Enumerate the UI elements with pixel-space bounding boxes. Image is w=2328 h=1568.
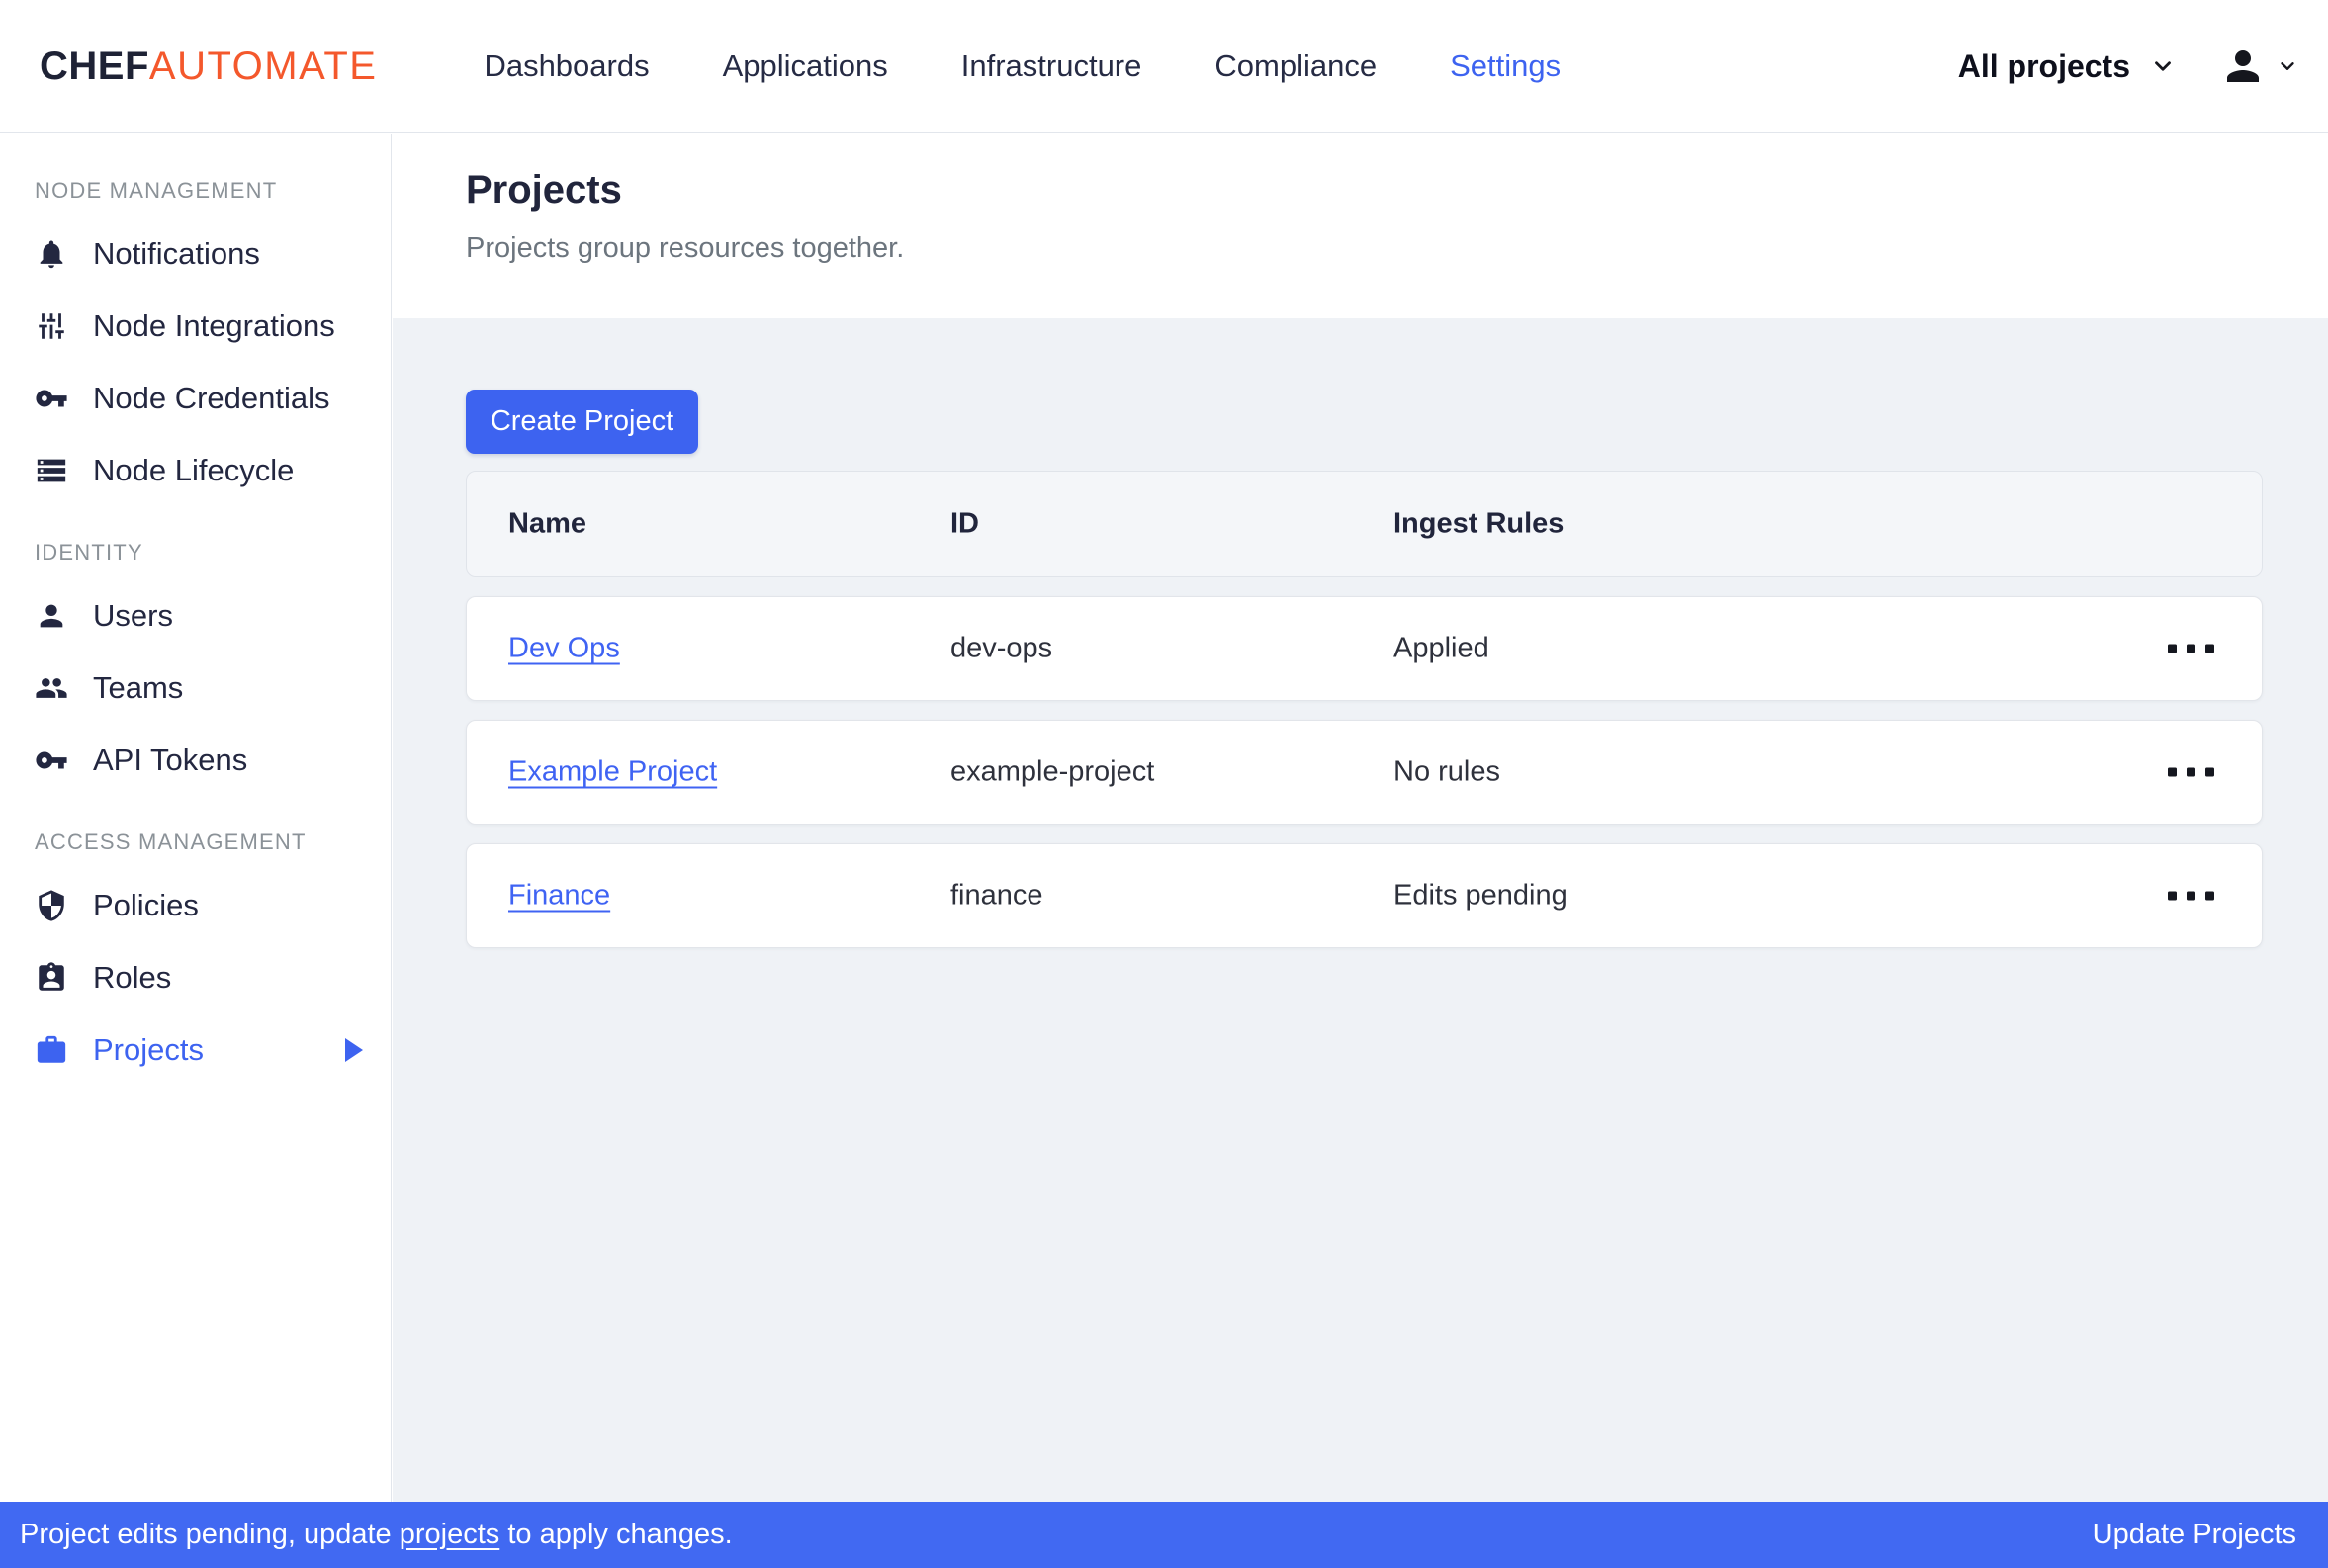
sidebar-item-label: Node Credentials (93, 381, 330, 416)
project-ingest-rules-status: Applied (1393, 633, 1489, 665)
group-icon (35, 671, 68, 705)
sidebar-item-label: API Tokens (93, 742, 247, 778)
sidebar-item-users[interactable]: Users (0, 579, 391, 652)
banner-projects-link[interactable]: projects (400, 1519, 500, 1550)
project-ingest-rules-status: Edits pending (1393, 880, 1567, 913)
chef-automate-logo[interactable]: CHEFAUTOMATE (40, 44, 377, 89)
user-menu[interactable] (2219, 43, 2298, 90)
sidebar-item-projects[interactable]: Projects (0, 1013, 391, 1086)
project-name-link[interactable]: Finance (508, 880, 610, 913)
sidebar-item-node-integrations[interactable]: Node Integrations (0, 290, 391, 362)
sidebar-section-label-identity: IDENTITY (35, 540, 391, 566)
project-name-link[interactable]: Dev Ops (508, 633, 620, 665)
row-menu-button[interactable] (2158, 882, 2224, 911)
column-header-id: ID (950, 508, 979, 541)
shield-icon (35, 889, 68, 922)
banner-message-suffix: to apply changes. (499, 1519, 732, 1550)
sidebar-item-label: Projects (93, 1032, 204, 1068)
project-id: dev-ops (950, 633, 1052, 665)
project-id: finance (950, 880, 1043, 913)
key-icon (35, 382, 68, 415)
projects-filter-dropdown[interactable]: All projects (1958, 48, 2176, 85)
sidebar-section-label-access-management: ACCESS MANAGEMENT (35, 829, 391, 855)
storage-icon (35, 454, 68, 487)
update-projects-button[interactable]: Update Projects (2093, 1519, 2296, 1551)
sidebar-item-notifications[interactable]: Notifications (0, 218, 391, 290)
sidebar-item-node-lifecycle[interactable]: Node Lifecycle (0, 434, 391, 506)
sidebar-item-label: Teams (93, 670, 183, 706)
table-row-finance: Finance finance Edits pending (466, 843, 2263, 948)
user-avatar-icon (2219, 43, 2267, 90)
caret-right-icon (345, 1038, 363, 1062)
project-ingest-rules-status: No rules (1393, 756, 1500, 789)
projects-table: Dev Ops dev-ops Applied Example Project exam… (466, 596, 2328, 948)
sidebar-item-policies[interactable]: Policies (0, 869, 391, 941)
projects-table-header: Name ID Ingest Rules (466, 471, 2263, 577)
sidebar-item-teams[interactable]: Teams (0, 652, 391, 724)
chevron-down-icon (2277, 55, 2298, 77)
nav-right-group: All projects (1958, 43, 2298, 90)
sidebar-item-label: Users (93, 598, 173, 634)
nav-item-applications[interactable]: Applications (723, 48, 888, 84)
banner-message: Project edits pending, update projects t… (20, 1519, 733, 1551)
sliders-icon (35, 309, 68, 343)
person-icon (35, 599, 68, 633)
sidebar-item-roles[interactable]: Roles (0, 941, 391, 1013)
column-header-ingest-rules: Ingest Rules (1393, 508, 1564, 541)
nav-item-settings[interactable]: Settings (1450, 48, 1561, 84)
bell-icon (35, 237, 68, 271)
sidebar-item-label: Notifications (93, 236, 260, 272)
update-projects-banner: Project edits pending, update projects t… (0, 1502, 2328, 1568)
content-area: Create Project Name ID Ingest Rules Dev Op… (393, 318, 2328, 1502)
row-menu-button[interactable] (2158, 758, 2224, 787)
page-title: Projects (466, 168, 2328, 213)
sidebar-item-label: Node Lifecycle (93, 453, 294, 488)
app-root: CHEFAUTOMATE Dashboards Applications Infra… (0, 0, 2328, 1568)
table-row-example-project: Example Project example-project No rules (466, 720, 2263, 825)
main-nav: Dashboards Applications Infrastructure Comp… (484, 48, 1561, 84)
projects-filter-label: All projects (1958, 48, 2130, 85)
project-id: example-project (950, 756, 1154, 789)
nav-item-infrastructure[interactable]: Infrastructure (961, 48, 1142, 84)
sidebar-section-label-node-management: NODE MANAGEMENT (35, 178, 391, 204)
row-menu-button[interactable] (2158, 635, 2224, 663)
sidebar-item-label: Policies (93, 888, 199, 923)
logo-automate-text: AUTOMATE (149, 44, 378, 88)
chevron-down-icon (2150, 53, 2176, 79)
sidebar-item-node-credentials[interactable]: Node Credentials (0, 362, 391, 434)
briefcase-icon (35, 1033, 68, 1067)
column-header-name: Name (508, 508, 586, 541)
page-subtitle: Projects group resources together. (466, 232, 2328, 265)
banner-message-prefix: Project edits pending, update (20, 1519, 400, 1550)
sidebar-item-label: Roles (93, 960, 171, 996)
sidebar: NODE MANAGEMENT Notifications Node Integra… (0, 134, 392, 1502)
create-project-button[interactable]: Create Project (466, 390, 698, 454)
nav-item-compliance[interactable]: Compliance (1214, 48, 1377, 84)
table-row-dev-ops: Dev Ops dev-ops Applied (466, 596, 2263, 701)
main-panel: Projects Projects group resources togeth… (393, 134, 2328, 1502)
sidebar-item-api-tokens[interactable]: API Tokens (0, 724, 391, 796)
badge-icon (35, 961, 68, 995)
page-header: Projects Projects group resources togeth… (393, 134, 2328, 318)
logo-chef-text: CHEF (40, 44, 149, 88)
project-name-link[interactable]: Example Project (508, 756, 717, 789)
top-nav: CHEFAUTOMATE Dashboards Applications Infra… (0, 0, 2328, 133)
key-icon (35, 743, 68, 777)
nav-item-dashboards[interactable]: Dashboards (484, 48, 649, 84)
sidebar-item-label: Node Integrations (93, 308, 335, 344)
